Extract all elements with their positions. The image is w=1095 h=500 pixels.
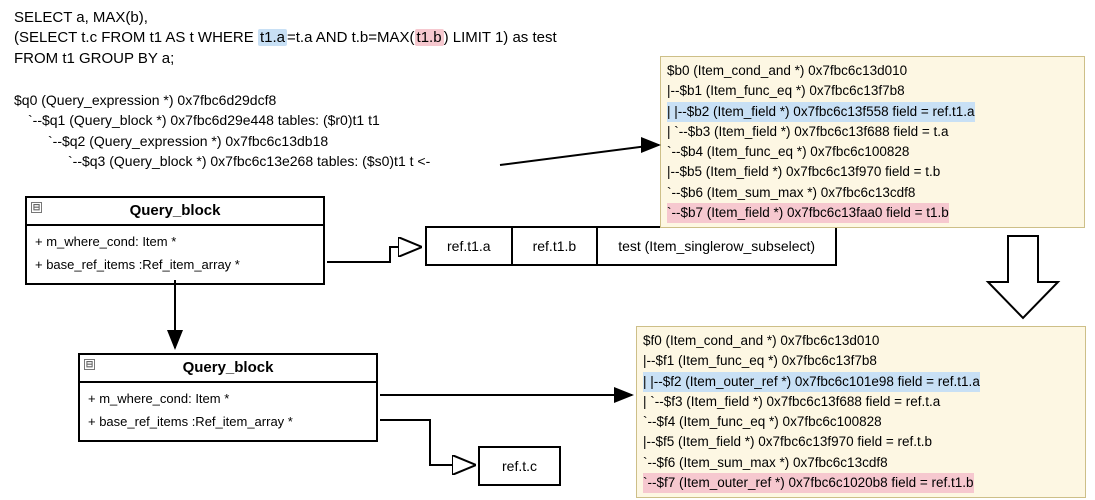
ref-items-row: ref.t1.a ref.t1.b test (Item_singlerow_s… xyxy=(425,226,837,266)
bb-r4: `--$f4 (Item_func_eq *) 0x7fbc6c100828 xyxy=(643,412,1079,432)
bb-r7: `--$f7 (Item_outer_ref *) 0x7fbc6c1020b8… xyxy=(643,473,974,493)
bt-r7: `--$b7 (Item_field *) 0x7fbc6c13faa0 fie… xyxy=(667,203,949,223)
qtree-l0: $q0 (Query_expression *) 0x7fbc6d29dcf8 xyxy=(14,90,430,110)
bt-r3: | `--$b3 (Item_field *) 0x7fbc6c13f688 f… xyxy=(667,122,1078,142)
bb-r1: |--$f1 (Item_func_eq *) 0x7fbc6c13f7b8 xyxy=(643,351,1079,371)
uml1-row2: + base_ref_items :Ref_item_array * xyxy=(35,253,315,276)
sql-line2-a: (SELECT t.c FROM t1 AS t WHERE xyxy=(14,29,258,46)
bb-r3: | `--$f3 (Item_field *) 0x7fbc6c13f688 f… xyxy=(643,392,1079,412)
item-tree-before: $b0 (Item_cond_and *) 0x7fbc6c13d010 |--… xyxy=(660,56,1085,228)
cell-ref-t1-b: ref.t1.b xyxy=(513,228,599,264)
bb-r6: `--$f6 (Item_sum_max *) 0x7fbc6c13cdf8 xyxy=(643,453,1079,473)
bb-r0: $f0 (Item_cond_and *) 0x7fbc6c13d010 xyxy=(643,331,1079,351)
uml2-row2: + base_ref_items :Ref_item_array * xyxy=(88,410,368,433)
uml1-title: Query_block xyxy=(130,202,221,219)
uml1-row1: + m_where_cond: Item * xyxy=(35,230,315,253)
uml2-row1: + m_where_cond: Item * xyxy=(88,387,368,410)
query-tree-text: $q0 (Query_expression *) 0x7fbc6d29dcf8 … xyxy=(14,90,430,171)
transform-arrow-icon xyxy=(988,236,1058,318)
cell-ref-t1-a: ref.t1.a xyxy=(427,228,513,264)
bt-r2: | |--$b2 (Item_field *) 0x7fbc6c13f558 f… xyxy=(667,102,975,122)
bb-r2: | |--$f2 (Item_outer_ref *) 0x7fbc6c101e… xyxy=(643,372,980,392)
qtree-l3: `--$q3 (Query_block *) 0x7fbc6c13e268 ta… xyxy=(14,151,430,171)
bt-r5: |--$b5 (Item_field *) 0x7fbc6c13f970 fie… xyxy=(667,162,1078,182)
sql-highlight-t1a: t1.a xyxy=(258,29,287,46)
bb-r5: |--$f5 (Item_field *) 0x7fbc6c13f970 fie… xyxy=(643,432,1079,452)
item-tree-after: $f0 (Item_cond_and *) 0x7fbc6c13d010 |--… xyxy=(636,326,1086,498)
uml2-title: Query_block xyxy=(183,359,274,376)
sql-text: SELECT a, MAX(b), (SELECT t.c FROM t1 AS… xyxy=(14,8,557,69)
sql-line1: SELECT a, MAX(b), xyxy=(14,9,148,26)
sql-line3: FROM t1 GROUP BY a; xyxy=(14,50,174,67)
collapse-icon[interactable]: ⊟ xyxy=(84,359,95,370)
qtree-l1: `--$q1 (Query_block *) 0x7fbc6d29e448 ta… xyxy=(14,110,430,130)
bt-r1: |--$b1 (Item_func_eq *) 0x7fbc6c13f7b8 xyxy=(667,81,1078,101)
qtree-l2: `--$q2 (Query_expression *) 0x7fbc6c13db… xyxy=(14,131,430,151)
cell-test-subselect: test (Item_singlerow_subselect) xyxy=(598,228,835,264)
bt-r4: `--$b4 (Item_func_eq *) 0x7fbc6c100828 xyxy=(667,142,1078,162)
collapse-icon[interactable]: ⊟ xyxy=(31,202,42,213)
bt-r0: $b0 (Item_cond_and *) 0x7fbc6c13d010 xyxy=(667,61,1078,81)
uml-query-block-1: ⊟ Query_block + m_where_cond: Item * + b… xyxy=(25,196,325,285)
uml-query-block-2: ⊟ Query_block + m_where_cond: Item * + b… xyxy=(78,353,378,442)
sql-line2-b: =t.a AND t.b=MAX( xyxy=(287,29,415,46)
sql-highlight-t1b: t1.b xyxy=(415,29,444,46)
cell-ref-t-c: ref.t.c xyxy=(478,446,561,486)
sql-line2-c: ) LIMIT 1) as test xyxy=(444,29,557,46)
bt-r6: `--$b6 (Item_sum_max *) 0x7fbc6c13cdf8 xyxy=(667,183,1078,203)
